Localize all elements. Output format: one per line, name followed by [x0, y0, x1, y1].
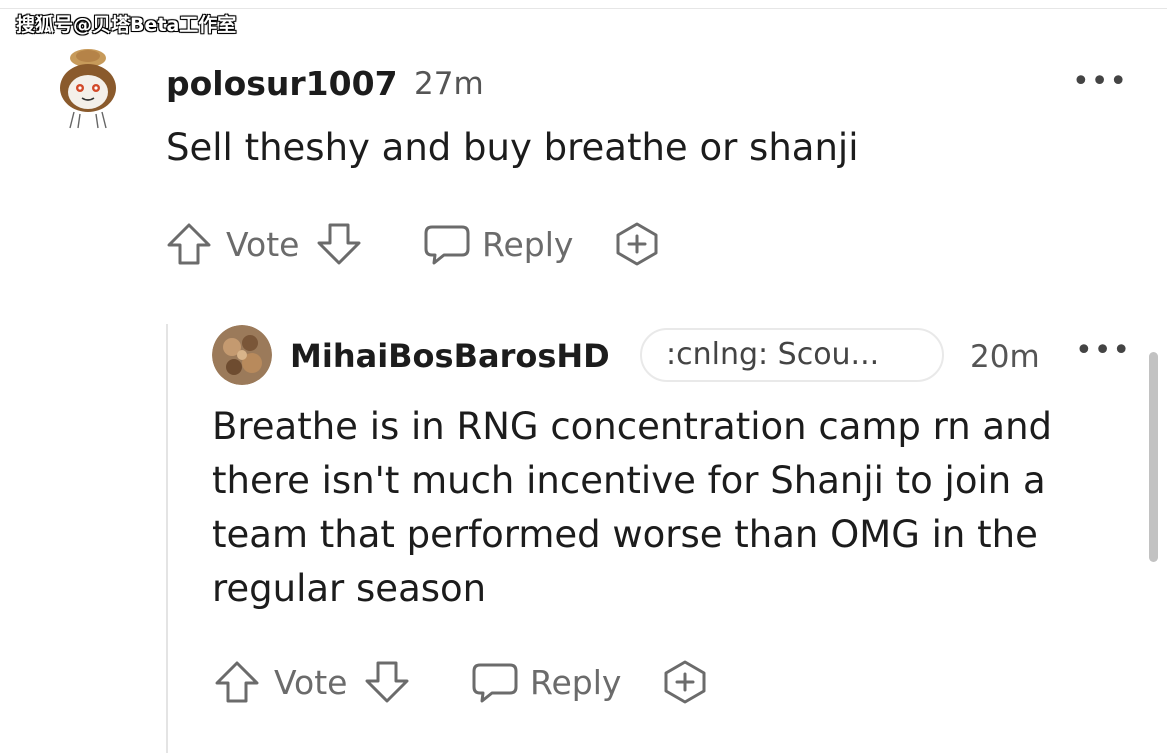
comment-actions: Vote Reply [164, 216, 684, 272]
more-options-icon[interactable]: ••• [1072, 64, 1128, 99]
more-options-icon[interactable]: ••• [1075, 333, 1131, 368]
arrow-up-icon [215, 661, 259, 703]
vote-label: Vote [226, 224, 300, 264]
upvote-button[interactable] [164, 216, 214, 272]
comment-body: Breathe is in RNG concentration camp rn … [212, 400, 1112, 616]
reply-label: Reply [482, 224, 574, 264]
comment-actions: Vote Reply [212, 654, 732, 710]
avatar[interactable] [212, 325, 272, 385]
arrow-down-icon [365, 661, 409, 703]
arrow-down-icon [317, 223, 361, 265]
comment-author[interactable]: MihaiBosBarosHD [290, 337, 610, 375]
comment-body-line: regular season [212, 567, 487, 610]
scrollbar[interactable] [1149, 352, 1158, 562]
vote-label: Vote [274, 662, 348, 702]
avatar[interactable] [56, 42, 120, 130]
reply-button[interactable]: Reply [422, 216, 573, 272]
reply-label: Reply [530, 662, 622, 702]
downvote-button[interactable] [314, 216, 364, 272]
comment-body: Sell theshy and buy breathe or shanji [166, 126, 859, 169]
award-button[interactable] [660, 654, 710, 710]
comment-body-line: Breathe is in RNG concentration camp rn … [212, 405, 1053, 448]
award-button[interactable] [612, 216, 662, 272]
user-flair: :cnlng: Scou... [640, 328, 944, 382]
reply-button[interactable]: Reply [470, 654, 621, 710]
watermark: 搜狐号@贝塔Beta工作室 [16, 14, 237, 36]
comment-timestamp: 20m [970, 339, 1040, 375]
hexagon-plus-icon [664, 660, 706, 704]
thread-line[interactable] [166, 324, 168, 753]
comment-body-line: there isn't much incentive for Shanji to… [212, 459, 1046, 502]
downvote-button[interactable] [362, 654, 412, 710]
arrow-up-icon [167, 223, 211, 265]
comment-body-line: team that performed worse than OMG in th… [212, 513, 1038, 556]
comment-timestamp: 27m [414, 66, 484, 102]
upvote-button[interactable] [212, 654, 262, 710]
speech-bubble-icon [472, 663, 518, 703]
speech-bubble-icon [424, 225, 470, 265]
comment-author[interactable]: polosur1007 [166, 64, 398, 103]
hexagon-plus-icon [616, 222, 658, 266]
top-divider [0, 8, 1167, 9]
